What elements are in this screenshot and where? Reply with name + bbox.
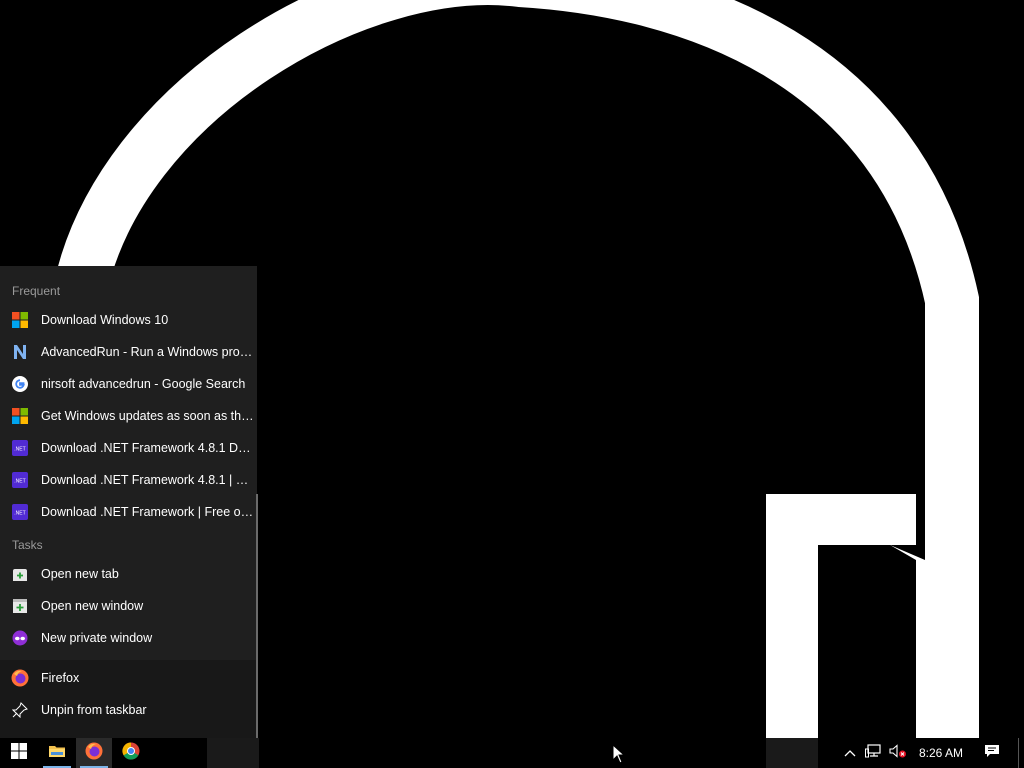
file-explorer-icon: [48, 743, 66, 764]
frequent-item-dotnet-dev[interactable]: .NET Download .NET Framework 4.8.1 Devel…: [0, 432, 257, 464]
action-center-button[interactable]: [978, 738, 1006, 768]
windows-logo-icon: [11, 407, 29, 425]
task-label: Open new window: [41, 599, 144, 613]
firefox-jump-list: Frequent Download Windows 10 AdvancedRun…: [0, 266, 257, 738]
task-open-new-window[interactable]: Open new window: [0, 590, 257, 622]
clock[interactable]: 8:26 AM: [912, 738, 970, 768]
pinned-actions: Firefox Unpin from taskbar: [0, 660, 257, 738]
svg-text:.NET: .NET: [14, 447, 25, 453]
task-new-private-window[interactable]: New private window: [0, 622, 257, 654]
frequent-item-dotnet-official[interactable]: .NET Download .NET Framework | Free offi…: [0, 496, 257, 528]
taskbar-empty-slot: [766, 738, 818, 768]
network-icon: [865, 743, 881, 763]
pinned-firefox[interactable]: Firefox: [0, 662, 257, 694]
frequent-item-dotnet-free[interactable]: .NET Download .NET Framework 4.8.1 | Fre…: [0, 464, 257, 496]
chevron-up-icon: [844, 744, 856, 762]
frequent-item-label: nirsoft advancedrun - Google Search: [41, 377, 246, 391]
frequent-item-windows-updates[interactable]: Get Windows updates as soon as they'...: [0, 400, 257, 432]
svg-text:.NET: .NET: [14, 479, 25, 485]
taskbar-file-explorer[interactable]: [39, 738, 75, 768]
unpin-from-taskbar[interactable]: Unpin from taskbar: [0, 694, 257, 726]
new-tab-icon: [11, 565, 29, 583]
taskbar-chrome[interactable]: [113, 738, 149, 768]
frequent-item-download-windows-10[interactable]: Download Windows 10: [0, 304, 257, 336]
taskbar-empty-slot: [207, 738, 259, 768]
mouse-cursor-icon: [612, 744, 626, 764]
show-desktop-button[interactable]: [1018, 738, 1024, 768]
start-button[interactable]: [0, 738, 38, 768]
firefox-icon: [85, 742, 103, 765]
taskbar: 8:26 AM: [0, 738, 1024, 768]
dotnet-icon: .NET: [11, 503, 29, 521]
google-icon: [11, 375, 29, 393]
frequent-item-label: Download .NET Framework 4.8.1 | Free...: [41, 473, 255, 487]
network-button[interactable]: [862, 738, 884, 768]
notifications-icon: [984, 744, 1000, 763]
volume-muted-icon: [889, 743, 907, 763]
pinned-label: Unpin from taskbar: [41, 703, 147, 717]
taskbar-firefox[interactable]: [76, 738, 112, 768]
frequent-item-label: Download .NET Framework | Free offici...: [41, 505, 255, 519]
new-window-icon: [11, 597, 29, 615]
frequent-item-google-search[interactable]: nirsoft advancedrun - Google Search: [0, 368, 257, 400]
tasks-header: Tasks: [12, 538, 43, 552]
windows-logo-icon: [11, 311, 29, 329]
task-open-new-tab[interactable]: Open new tab: [0, 558, 257, 590]
frequent-item-label: Download Windows 10: [41, 313, 169, 327]
jump-list-scrollbar[interactable]: [256, 494, 258, 738]
nirsoft-icon: [11, 343, 29, 361]
svg-text:.NET: .NET: [14, 511, 25, 517]
pinned-label: Firefox: [41, 671, 80, 685]
volume-button[interactable]: [886, 738, 910, 768]
dotnet-icon: .NET: [11, 471, 29, 489]
show-hidden-icons-button[interactable]: [840, 738, 860, 768]
chrome-icon: [122, 741, 140, 765]
task-label: Open new tab: [41, 567, 119, 581]
unpin-icon: [11, 701, 29, 719]
private-window-icon: [11, 629, 29, 647]
frequent-item-label: AdvancedRun - Run a Windows progr...: [41, 345, 255, 359]
frequent-item-advancedrun[interactable]: AdvancedRun - Run a Windows progr...: [0, 336, 257, 368]
start-icon: [11, 742, 27, 764]
dotnet-icon: .NET: [11, 439, 29, 457]
frequent-item-label: Get Windows updates as soon as they'...: [41, 409, 255, 423]
frequent-header: Frequent: [12, 284, 61, 298]
frequent-item-label: Download .NET Framework 4.8.1 Devel...: [41, 441, 255, 455]
firefox-icon: [11, 669, 29, 687]
task-label: New private window: [41, 631, 153, 645]
